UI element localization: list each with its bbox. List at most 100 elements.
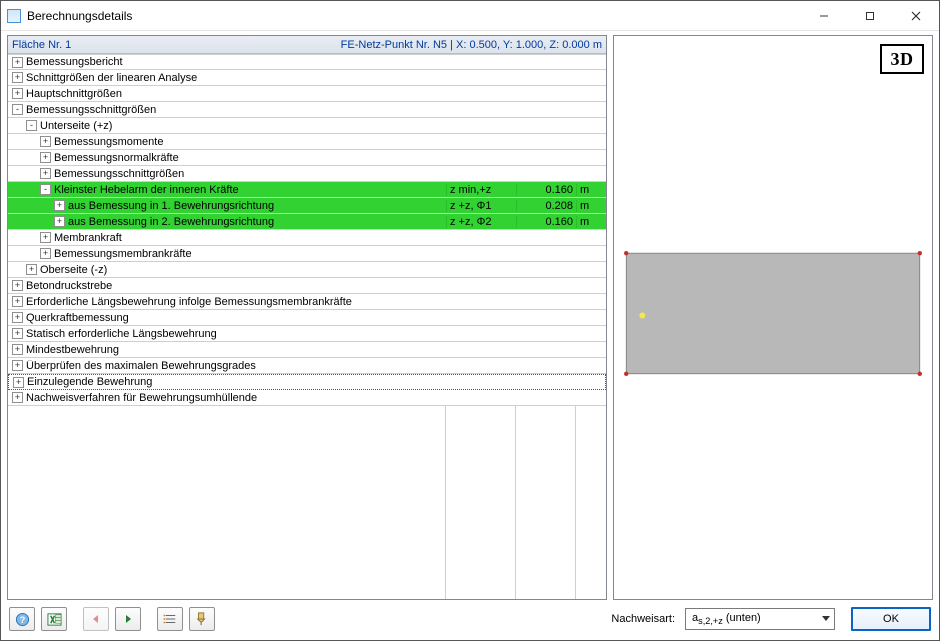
expand-icon[interactable]: + bbox=[40, 152, 51, 163]
help-button[interactable]: ? bbox=[9, 607, 35, 631]
tree-row[interactable]: +Nachweisverfahren für Bewehrungsumhülle… bbox=[8, 390, 606, 406]
tree-row[interactable]: +Membrankraft bbox=[8, 230, 606, 246]
unit-cell: m bbox=[576, 200, 606, 212]
surface-id: Fläche Nr. 1 bbox=[12, 39, 71, 51]
tree-row-label: Kleinster Hebelarm der inneren Kräfte bbox=[54, 184, 239, 196]
symbol-cell: z +z, Φ2 bbox=[446, 216, 516, 228]
pin-button[interactable] bbox=[189, 607, 215, 631]
prev-button[interactable] bbox=[83, 607, 109, 631]
collapse-icon[interactable]: - bbox=[40, 184, 51, 195]
tree-row-label: Bemessungsschnittgrößen bbox=[54, 168, 184, 180]
value-cell: 0.160 bbox=[516, 184, 576, 196]
close-button[interactable] bbox=[893, 1, 939, 30]
tree-header: Fläche Nr. 1 FE-Netz-Punkt Nr. N5 | X: 0… bbox=[8, 36, 606, 54]
svg-text:?: ? bbox=[19, 614, 25, 624]
expand-icon[interactable]: + bbox=[12, 72, 23, 83]
nachweisart-label: Nachweisart: bbox=[611, 613, 675, 625]
expand-icon[interactable]: + bbox=[40, 136, 51, 147]
tree-row[interactable]: -Kleinster Hebelarm der inneren Kräfte z … bbox=[8, 182, 606, 198]
tree-row-label: Einzulegende Bewehrung bbox=[27, 376, 152, 388]
nachweisart-value: as,2,+z (unten) bbox=[692, 612, 822, 626]
unit-cell: m bbox=[576, 184, 606, 196]
chevron-down-icon bbox=[822, 616, 830, 622]
value-cell: 0.160 bbox=[516, 216, 576, 228]
tree-row[interactable]: +Bemessungsmomente bbox=[8, 134, 606, 150]
expand-icon[interactable]: + bbox=[12, 312, 23, 323]
nachweisart-select[interactable]: as,2,+z (unten) bbox=[685, 608, 835, 630]
tree-row[interactable]: -Unterseite (+z) bbox=[8, 118, 606, 134]
window-title: Berechnungsdetails bbox=[27, 9, 801, 23]
tree-row-label: aus Bemessung in 1. Bewehrungsrichtung bbox=[68, 200, 274, 212]
expand-icon[interactable]: + bbox=[12, 360, 23, 371]
tree-row[interactable]: +Betondruckstrebe bbox=[8, 278, 606, 294]
tree-row[interactable]: +Bemessungsschnittgrößen bbox=[8, 166, 606, 182]
expand-icon[interactable]: + bbox=[40, 248, 51, 259]
tree-row[interactable]: +Überprüfen des maximalen Bewehrungsgrad… bbox=[8, 358, 606, 374]
tree-row-label: Membrankraft bbox=[54, 232, 122, 244]
expand-icon[interactable]: + bbox=[13, 377, 24, 388]
tree-row[interactable]: +Hauptschnittgrößen bbox=[8, 86, 606, 102]
app-icon bbox=[7, 9, 21, 23]
tree-row[interactable]: -Bemessungsschnittgrößen bbox=[8, 102, 606, 118]
symbol-cell: z +z, Φ1 bbox=[446, 200, 516, 212]
tree-row-label: Bemessungsnormalkräfte bbox=[54, 152, 179, 164]
tree[interactable]: +Bemessungsbericht+Schnittgrößen der lin… bbox=[8, 54, 606, 406]
tree-row[interactable]: +Statisch erforderliche Längsbewehrung bbox=[8, 326, 606, 342]
tree-row-label: Oberseite (-z) bbox=[40, 264, 107, 276]
tree-row-label: aus Bemessung in 2. Bewehrungsrichtung bbox=[68, 216, 274, 228]
expand-icon[interactable]: + bbox=[26, 264, 37, 275]
expand-icon[interactable]: + bbox=[12, 328, 23, 339]
badge-3d: 3D bbox=[880, 44, 924, 74]
expand-icon[interactable]: + bbox=[12, 392, 23, 403]
tree-row-label: Statisch erforderliche Längsbewehrung bbox=[26, 328, 217, 340]
tree-filler bbox=[8, 406, 606, 599]
footer: ? Nachweisart: as,2,+z (unten) bbox=[7, 604, 933, 634]
expand-icon[interactable]: + bbox=[12, 344, 23, 355]
expand-icon[interactable]: + bbox=[54, 216, 65, 227]
expand-icon[interactable]: + bbox=[40, 168, 51, 179]
tree-row-label: Betondruckstrebe bbox=[26, 280, 112, 292]
expand-icon[interactable]: + bbox=[12, 296, 23, 307]
tree-row[interactable]: +Schnittgrößen der linearen Analyse bbox=[8, 70, 606, 86]
tree-row-label: Überprüfen des maximalen Bewehrungsgrade… bbox=[26, 360, 256, 372]
minimize-button[interactable] bbox=[801, 1, 847, 30]
tree-row-label: Bemessungsbericht bbox=[26, 56, 123, 68]
collapse-icon[interactable]: - bbox=[26, 120, 37, 131]
fe-point-info: FE-Netz-Punkt Nr. N5 | X: 0.500, Y: 1.00… bbox=[341, 39, 602, 51]
maximize-button[interactable] bbox=[847, 1, 893, 30]
tree-row-label: Bemessungsschnittgrößen bbox=[26, 104, 156, 116]
tree-row-label: Querkraftbemessung bbox=[26, 312, 129, 324]
tree-row[interactable]: +Bemessungsnormalkräfte bbox=[8, 150, 606, 166]
expand-icon[interactable]: + bbox=[54, 200, 65, 211]
tree-row-label: Erforderliche Längsbewehrung infolge Bem… bbox=[26, 296, 352, 308]
viewport-3d[interactable]: 3D bbox=[613, 35, 933, 600]
symbol-cell: z min,+z bbox=[446, 184, 516, 196]
list-button[interactable] bbox=[157, 607, 183, 631]
expand-icon[interactable]: + bbox=[12, 280, 23, 291]
tree-row-label: Mindestbewehrung bbox=[26, 344, 119, 356]
expand-icon[interactable]: + bbox=[12, 57, 23, 68]
tree-row[interactable]: +aus Bemessung in 1. Bewehrungsrichtung z… bbox=[8, 198, 606, 214]
tree-row[interactable]: +Oberseite (-z) bbox=[8, 262, 606, 278]
tree-row[interactable]: +Einzulegende Bewehrung bbox=[8, 374, 606, 390]
tree-row-label: Bemessungsmembrankräfte bbox=[54, 248, 192, 260]
tree-row[interactable]: +Bemessungsbericht bbox=[8, 54, 606, 70]
titlebar: Berechnungsdetails bbox=[1, 1, 939, 31]
export-excel-button[interactable] bbox=[41, 607, 67, 631]
tree-row-label: Schnittgrößen der linearen Analyse bbox=[26, 72, 197, 84]
tree-row[interactable]: +aus Bemessung in 2. Bewehrungsrichtung z… bbox=[8, 214, 606, 230]
next-button[interactable] bbox=[115, 607, 141, 631]
tree-row[interactable]: +Bemessungsmembrankräfte bbox=[8, 246, 606, 262]
unit-cell: m bbox=[576, 216, 606, 228]
tree-row-label: Bemessungsmomente bbox=[54, 136, 163, 148]
value-cell: 0.208 bbox=[516, 200, 576, 212]
tree-row[interactable]: +Erforderliche Längsbewehrung infolge Be… bbox=[8, 294, 606, 310]
tree-row[interactable]: +Querkraftbemessung bbox=[8, 310, 606, 326]
collapse-icon[interactable]: - bbox=[12, 104, 23, 115]
tree-row[interactable]: +Mindestbewehrung bbox=[8, 342, 606, 358]
ok-button[interactable]: OK bbox=[851, 607, 931, 631]
tree-row-label: Unterseite (+z) bbox=[40, 120, 112, 132]
expand-icon[interactable]: + bbox=[12, 88, 23, 99]
expand-icon[interactable]: + bbox=[40, 232, 51, 243]
tree-pane: Fläche Nr. 1 FE-Netz-Punkt Nr. N5 | X: 0… bbox=[7, 35, 607, 600]
